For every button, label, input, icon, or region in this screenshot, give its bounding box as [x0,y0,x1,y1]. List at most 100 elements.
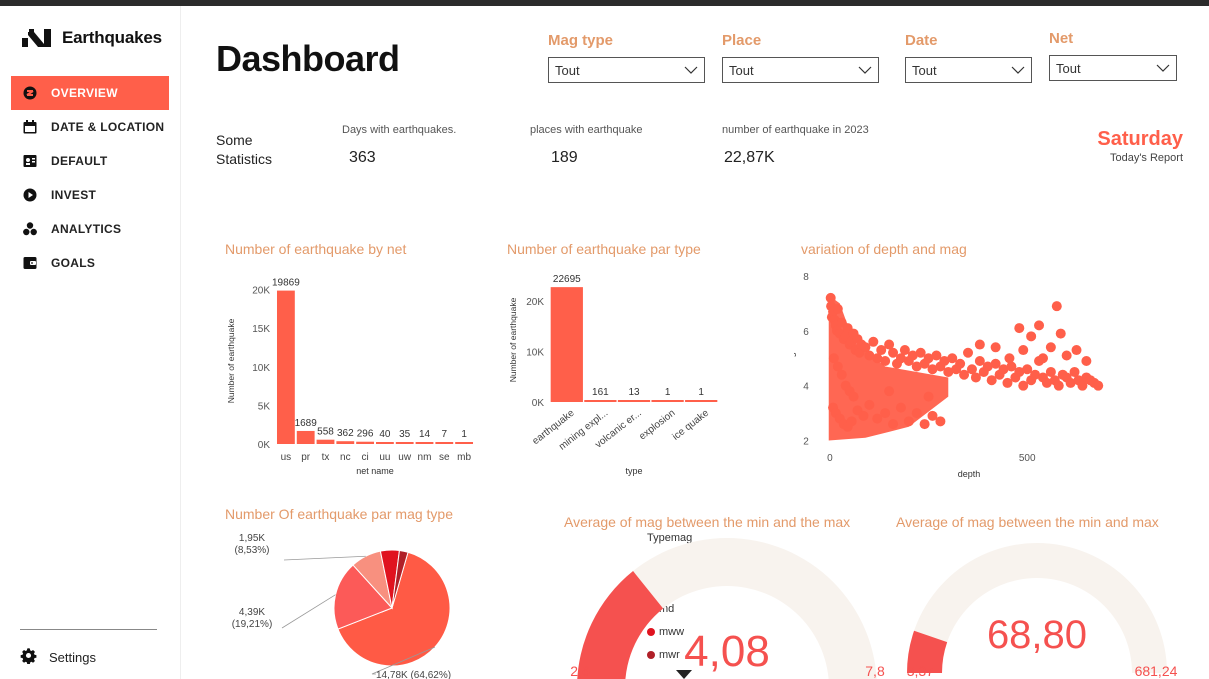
scatter-point [1081,356,1092,366]
analytics-icon [22,222,37,237]
filter-label: Place [722,32,762,49]
stat-label: number of earthquake in 2023 [722,124,869,136]
sidebar-item-label: ANALYTICS [51,222,122,236]
scatter-point [919,419,930,430]
pie-chart-mag-type: 14,78K (64,62%) 4,39K(19,21%) 1,95K(8,53%) [232,533,451,679]
settings-button[interactable]: Settings [20,647,96,667]
x-axis-label: type [625,466,642,476]
main-content: Dashboard Mag type Tout Place Tout Date … [182,6,1209,679]
scatter-point [846,416,857,427]
y-tick-label: 5K [258,401,271,412]
x-axis-label: depth [958,469,981,479]
place-dropdown[interactable]: Tout [722,57,879,83]
y-tick-label: 6 [803,327,809,338]
scatter-point [1061,350,1072,361]
sidebar: Earthquakes OVERVIEW DATE & LOCATION DEF… [0,6,181,679]
sidebar-item-overview[interactable]: OVERVIEW [11,76,169,110]
settings-label: Settings [49,649,96,665]
chevron-down-icon [1011,66,1025,74]
stat-value: 363 [349,149,376,166]
data-label: 362 [337,428,354,439]
scatter-point [1026,331,1037,342]
app-logo[interactable]: Earthquakes [22,28,162,48]
scatter-point [880,356,891,366]
x-tick-label: explosion [637,408,677,443]
y-tick-label: 4 [803,382,809,393]
pie-data-label: (19,21%) [232,619,273,630]
scatter-point [848,391,859,402]
today-report: Saturday Today's Report [1097,128,1183,164]
chart-title-mag-type: Number Of earthquake par mag type [225,506,454,522]
mag-type-dropdown[interactable]: Tout [548,57,705,83]
data-label: 558 [317,427,334,438]
filter-place: Place Tout [722,32,879,83]
data-label: 296 [357,429,374,440]
data-label: 35 [399,429,411,440]
y-tick-label: 0K [532,398,545,409]
net-dropdown[interactable]: Tout [1049,55,1177,81]
scatter-point [1014,323,1025,334]
today-day: Saturday [1097,128,1183,150]
gauge-min-label: -3,37 [907,663,934,679]
chart-title-depth-mag: variation of depth and mag [801,241,967,257]
data-label: 1 [461,429,467,440]
sidebar-item-label: OVERVIEW [51,86,118,100]
y-axis-label: mag [794,352,796,370]
scatter-point [963,347,974,358]
filter-date: Date Tout [905,32,1032,83]
bar [375,442,394,444]
bar [336,441,355,444]
scatter-point [858,410,869,421]
filter-label: Net [1049,30,1074,47]
bar-chart-by-type: 0K10K20KNumber of earthquake22695earthqu… [508,274,718,476]
overview-icon [22,86,37,101]
stat-label: places with earthquake [530,124,643,136]
sidebar-item-default[interactable]: DEFAULT [11,144,169,178]
scatter-point [1093,380,1104,391]
bar [455,442,474,444]
calendar-icon [22,120,37,135]
x-axis-label: net name [356,466,394,476]
stat-label: Days with earthquakes. [342,124,457,136]
stat-places-with-earthquake: places with earthquake 189 [530,124,643,167]
bar [296,430,315,444]
statistics-title: Some Statistics [216,132,273,167]
today-subtitle: Today's Report [1109,152,1183,164]
page-title: Dashboard [216,38,400,79]
filter-label: Mag type [548,32,614,49]
pie-label-leader [281,594,336,629]
sidebar-item-invest[interactable]: INVEST [11,178,169,212]
gauge-max-label: 681,24 [1135,663,1178,679]
y-tick-label: 15K [252,324,270,335]
scatter-point [1034,320,1045,331]
sidebar-item-analytics[interactable]: ANALYTICS [11,212,169,246]
y-tick-label: 20K [252,286,270,297]
x-tick-label: nm [418,452,432,463]
sidebar-item-date-location[interactable]: DATE & LOCATION [11,110,169,144]
x-tick-label: uw [398,452,412,463]
y-tick-label: 10K [252,363,270,374]
bar [415,442,434,444]
sidebar-item-label: INVEST [51,188,97,202]
bar [395,442,414,444]
gauge-value: 4,08 [684,627,770,676]
bar [550,287,583,402]
date-dropdown[interactable]: Tout [905,57,1032,83]
scatter-point [864,399,875,410]
wallet-icon [22,256,37,271]
scatter-point [990,342,1001,353]
sidebar-item-goals[interactable]: GOALS [11,246,169,280]
x-tick-label: 500 [1019,453,1036,464]
stat-value: 22,87K [724,149,775,166]
gauge-mag: 4,08 2,6 7,8 [570,538,885,679]
bar [276,290,295,444]
sidebar-item-label: DEFAULT [51,154,108,168]
filter-net: Net Tout [1049,30,1177,81]
data-label: 7 [442,429,448,440]
scatter-point [923,391,934,402]
scatter-point [888,419,899,430]
data-label: 19869 [272,278,300,289]
pie-label-leader [283,555,366,561]
y-tick-label: 8 [803,272,809,283]
filter-mag-type: Mag type Tout [548,32,705,83]
